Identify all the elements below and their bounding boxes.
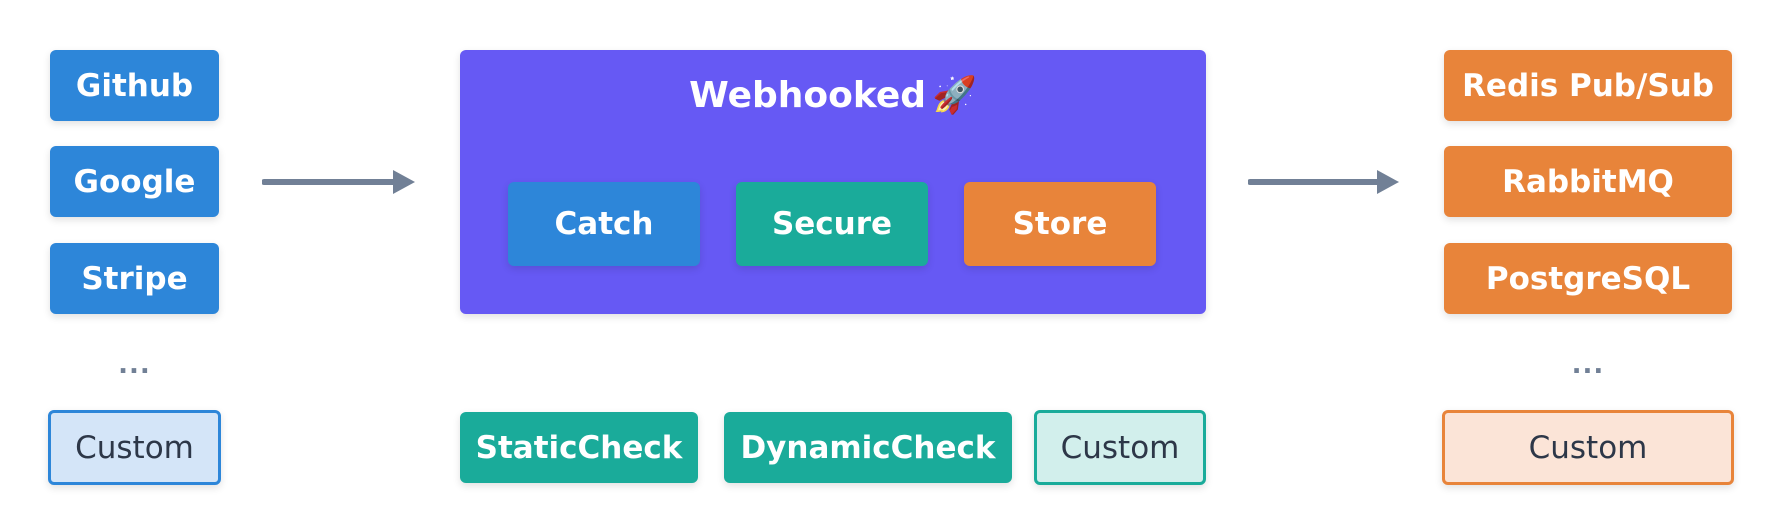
webhooked-core: Webhooked 🚀 Catch Secure Store — [460, 50, 1206, 314]
stage-label: Catch — [554, 206, 654, 242]
security-custom: Custom — [1034, 410, 1206, 485]
storage-label: PostgreSQL — [1485, 260, 1691, 297]
source-label: Github — [75, 67, 194, 104]
storage-label: RabbitMQ — [1502, 163, 1674, 200]
security-staticcheck: StaticCheck — [460, 412, 698, 483]
arrow-right-icon — [1248, 170, 1399, 194]
stage-secure: Secure — [736, 182, 928, 266]
source-stripe: Stripe — [50, 243, 219, 314]
sources-ellipsis: ... — [118, 350, 151, 380]
stage-label: Secure — [771, 206, 893, 242]
storage-redis-pubsub: Redis Pub/Sub — [1444, 50, 1732, 121]
source-label: Google — [73, 163, 196, 200]
stage-label: Store — [1012, 206, 1108, 242]
source-custom-label: Custom — [75, 429, 194, 466]
core-title: Webhooked 🚀 — [460, 74, 1206, 116]
security-label: StaticCheck — [475, 429, 683, 466]
security-dynamiccheck: DynamicCheck — [724, 412, 1012, 483]
storage-custom: Custom — [1442, 410, 1734, 485]
security-custom-label: Custom — [1060, 429, 1180, 466]
rocket-icon: 🚀 — [932, 75, 977, 116]
storage-custom-label: Custom — [1528, 429, 1648, 466]
source-google: Google — [50, 146, 219, 217]
security-label: DynamicCheck — [740, 429, 996, 466]
storage-postgresql: PostgreSQL — [1444, 243, 1732, 314]
arrow-right-icon — [262, 170, 415, 194]
source-label: Stripe — [81, 260, 188, 297]
source-github: Github — [50, 50, 219, 121]
storages-ellipsis: ... — [1571, 350, 1605, 380]
stage-store: Store — [964, 182, 1156, 266]
source-custom: Custom — [48, 410, 221, 485]
storage-rabbitmq: RabbitMQ — [1444, 146, 1732, 217]
storage-label: Redis Pub/Sub — [1462, 67, 1714, 104]
stage-catch: Catch — [508, 182, 700, 266]
core-title-text: Webhooked — [689, 75, 927, 116]
